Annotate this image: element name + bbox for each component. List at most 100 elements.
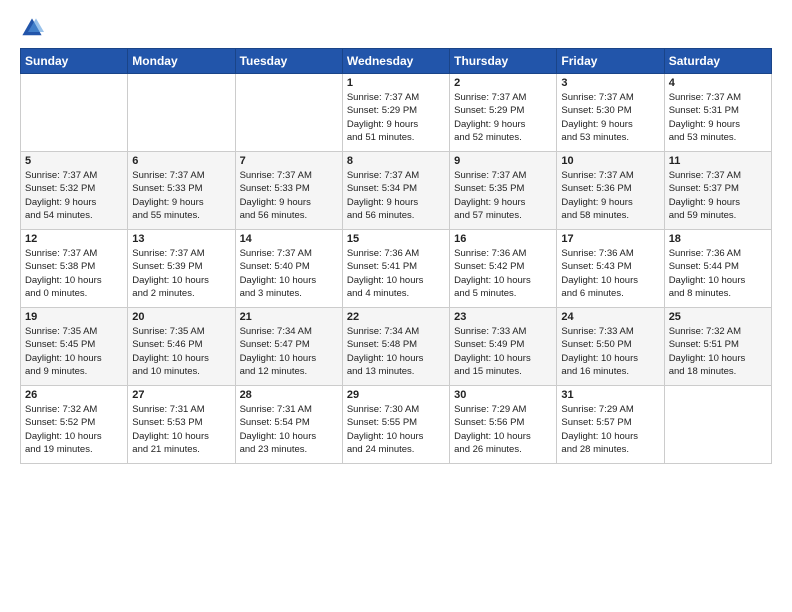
day-info: Sunrise: 7:31 AM Sunset: 5:53 PM Dayligh… — [132, 403, 230, 456]
day-cell: 30 Sunrise: 7:29 AM Sunset: 5:56 PM Dayli… — [450, 386, 557, 464]
day-info: Sunrise: 7:30 AM Sunset: 5:55 PM Dayligh… — [347, 403, 445, 456]
day-cell: 24 Sunrise: 7:33 AM Sunset: 5:50 PM Dayli… — [557, 308, 664, 386]
day-info: Sunrise: 7:37 AM Sunset: 5:36 PM Dayligh… — [561, 169, 659, 222]
day-cell: 5 Sunrise: 7:37 AM Sunset: 5:32 PM Daylig… — [21, 152, 128, 230]
day-cell: 6Sunrise: 7:37 AM Sunset: 5:33 PM Daylig… — [128, 152, 235, 230]
day-cell: 29Sunrise: 7:30 AM Sunset: 5:55 PM Dayli… — [342, 386, 449, 464]
day-number: 4 — [669, 77, 767, 89]
day-cell: 27 Sunrise: 7:31 AM Sunset: 5:53 PM Dayli… — [128, 386, 235, 464]
day-number: 7 — [240, 155, 338, 167]
header-cell-tuesday: Tuesday — [235, 49, 342, 74]
day-number: 28 — [240, 389, 338, 401]
header-cell-friday: Friday — [557, 49, 664, 74]
day-cell: 9 Sunrise: 7:37 AM Sunset: 5:35 PM Daylig… — [450, 152, 557, 230]
day-info: Sunrise: 7:37 AM Sunset: 5:34 PM Dayligh… — [347, 169, 445, 222]
day-cell: 15Sunrise: 7:36 AM Sunset: 5:41 PM Dayli… — [342, 230, 449, 308]
week-row-4: 26 Sunrise: 7:32 AM Sunset: 5:52 PM Dayli… — [21, 386, 772, 464]
calendar-table: SundayMondayTuesdayWednesdayThursdayFrid… — [20, 48, 772, 464]
week-row-0: 1Sunrise: 7:37 AM Sunset: 5:29 PM Daylig… — [21, 74, 772, 152]
header-cell-sunday: Sunday — [21, 49, 128, 74]
header-cell-monday: Monday — [128, 49, 235, 74]
day-cell: 18 Sunrise: 7:36 AM Sunset: 5:44 PM Dayli… — [664, 230, 771, 308]
day-number: 6 — [132, 155, 230, 167]
day-info: Sunrise: 7:37 AM Sunset: 5:30 PM Dayligh… — [561, 91, 659, 144]
day-cell — [235, 74, 342, 152]
week-row-1: 5 Sunrise: 7:37 AM Sunset: 5:32 PM Daylig… — [21, 152, 772, 230]
day-info: Sunrise: 7:37 AM Sunset: 5:33 PM Dayligh… — [240, 169, 338, 222]
day-number: 9 — [454, 155, 552, 167]
day-number: 13 — [132, 233, 230, 245]
page: SundayMondayTuesdayWednesdayThursdayFrid… — [0, 0, 792, 612]
header-cell-wednesday: Wednesday — [342, 49, 449, 74]
day-number: 10 — [561, 155, 659, 167]
day-cell: 26 Sunrise: 7:32 AM Sunset: 5:52 PM Dayli… — [21, 386, 128, 464]
day-info: Sunrise: 7:32 AM Sunset: 5:52 PM Dayligh… — [25, 403, 123, 456]
day-cell: 25 Sunrise: 7:32 AM Sunset: 5:51 PM Dayli… — [664, 308, 771, 386]
day-number: 12 — [25, 233, 123, 245]
header-cell-thursday: Thursday — [450, 49, 557, 74]
day-info: Sunrise: 7:37 AM Sunset: 5:40 PM Dayligh… — [240, 247, 338, 300]
day-number: 26 — [25, 389, 123, 401]
day-number: 27 — [132, 389, 230, 401]
day-info: Sunrise: 7:29 AM Sunset: 5:56 PM Dayligh… — [454, 403, 552, 456]
day-cell: 11Sunrise: 7:37 AM Sunset: 5:37 PM Dayli… — [664, 152, 771, 230]
day-info: Sunrise: 7:36 AM Sunset: 5:41 PM Dayligh… — [347, 247, 445, 300]
day-cell: 7 Sunrise: 7:37 AM Sunset: 5:33 PM Daylig… — [235, 152, 342, 230]
day-info: Sunrise: 7:36 AM Sunset: 5:44 PM Dayligh… — [669, 247, 767, 300]
logo — [20, 16, 48, 40]
day-number: 5 — [25, 155, 123, 167]
day-info: Sunrise: 7:37 AM Sunset: 5:38 PM Dayligh… — [25, 247, 123, 300]
header-row: SundayMondayTuesdayWednesdayThursdayFrid… — [21, 49, 772, 74]
day-info: Sunrise: 7:37 AM Sunset: 5:31 PM Dayligh… — [669, 91, 767, 144]
day-info: Sunrise: 7:37 AM Sunset: 5:39 PM Dayligh… — [132, 247, 230, 300]
logo-icon — [20, 16, 44, 40]
day-cell — [128, 74, 235, 152]
day-cell: 31Sunrise: 7:29 AM Sunset: 5:57 PM Dayli… — [557, 386, 664, 464]
day-cell — [21, 74, 128, 152]
day-number: 16 — [454, 233, 552, 245]
day-cell: 16Sunrise: 7:36 AM Sunset: 5:42 PM Dayli… — [450, 230, 557, 308]
day-cell: 21 Sunrise: 7:34 AM Sunset: 5:47 PM Dayli… — [235, 308, 342, 386]
day-number: 18 — [669, 233, 767, 245]
day-number: 2 — [454, 77, 552, 89]
day-info: Sunrise: 7:35 AM Sunset: 5:45 PM Dayligh… — [25, 325, 123, 378]
day-number: 19 — [25, 311, 123, 323]
day-cell: 1Sunrise: 7:37 AM Sunset: 5:29 PM Daylig… — [342, 74, 449, 152]
day-cell: 28 Sunrise: 7:31 AM Sunset: 5:54 PM Dayli… — [235, 386, 342, 464]
day-info: Sunrise: 7:37 AM Sunset: 5:29 PM Dayligh… — [347, 91, 445, 144]
day-number: 22 — [347, 311, 445, 323]
day-info: Sunrise: 7:37 AM Sunset: 5:35 PM Dayligh… — [454, 169, 552, 222]
day-cell: 20Sunrise: 7:35 AM Sunset: 5:46 PM Dayli… — [128, 308, 235, 386]
day-cell — [664, 386, 771, 464]
day-number: 23 — [454, 311, 552, 323]
day-number: 30 — [454, 389, 552, 401]
day-number: 21 — [240, 311, 338, 323]
day-cell: 23 Sunrise: 7:33 AM Sunset: 5:49 PM Dayli… — [450, 308, 557, 386]
day-info: Sunrise: 7:33 AM Sunset: 5:50 PM Dayligh… — [561, 325, 659, 378]
day-cell: 19 Sunrise: 7:35 AM Sunset: 5:45 PM Dayli… — [21, 308, 128, 386]
day-cell: 17Sunrise: 7:36 AM Sunset: 5:43 PM Dayli… — [557, 230, 664, 308]
day-cell: 3 Sunrise: 7:37 AM Sunset: 5:30 PM Daylig… — [557, 74, 664, 152]
day-cell: 14 Sunrise: 7:37 AM Sunset: 5:40 PM Dayli… — [235, 230, 342, 308]
day-number: 20 — [132, 311, 230, 323]
day-cell: 22 Sunrise: 7:34 AM Sunset: 5:48 PM Dayli… — [342, 308, 449, 386]
day-info: Sunrise: 7:34 AM Sunset: 5:48 PM Dayligh… — [347, 325, 445, 378]
day-cell: 12 Sunrise: 7:37 AM Sunset: 5:38 PM Dayli… — [21, 230, 128, 308]
week-row-3: 19 Sunrise: 7:35 AM Sunset: 5:45 PM Dayli… — [21, 308, 772, 386]
day-cell: 2Sunrise: 7:37 AM Sunset: 5:29 PM Daylig… — [450, 74, 557, 152]
day-info: Sunrise: 7:31 AM Sunset: 5:54 PM Dayligh… — [240, 403, 338, 456]
day-info: Sunrise: 7:37 AM Sunset: 5:32 PM Dayligh… — [25, 169, 123, 222]
day-number: 3 — [561, 77, 659, 89]
week-row-2: 12 Sunrise: 7:37 AM Sunset: 5:38 PM Dayli… — [21, 230, 772, 308]
day-number: 17 — [561, 233, 659, 245]
day-number: 24 — [561, 311, 659, 323]
day-number: 8 — [347, 155, 445, 167]
day-cell: 4 Sunrise: 7:37 AM Sunset: 5:31 PM Daylig… — [664, 74, 771, 152]
day-info: Sunrise: 7:34 AM Sunset: 5:47 PM Dayligh… — [240, 325, 338, 378]
day-cell: 8 Sunrise: 7:37 AM Sunset: 5:34 PM Daylig… — [342, 152, 449, 230]
day-info: Sunrise: 7:33 AM Sunset: 5:49 PM Dayligh… — [454, 325, 552, 378]
day-number: 14 — [240, 233, 338, 245]
day-number: 25 — [669, 311, 767, 323]
day-info: Sunrise: 7:32 AM Sunset: 5:51 PM Dayligh… — [669, 325, 767, 378]
day-info: Sunrise: 7:37 AM Sunset: 5:37 PM Dayligh… — [669, 169, 767, 222]
